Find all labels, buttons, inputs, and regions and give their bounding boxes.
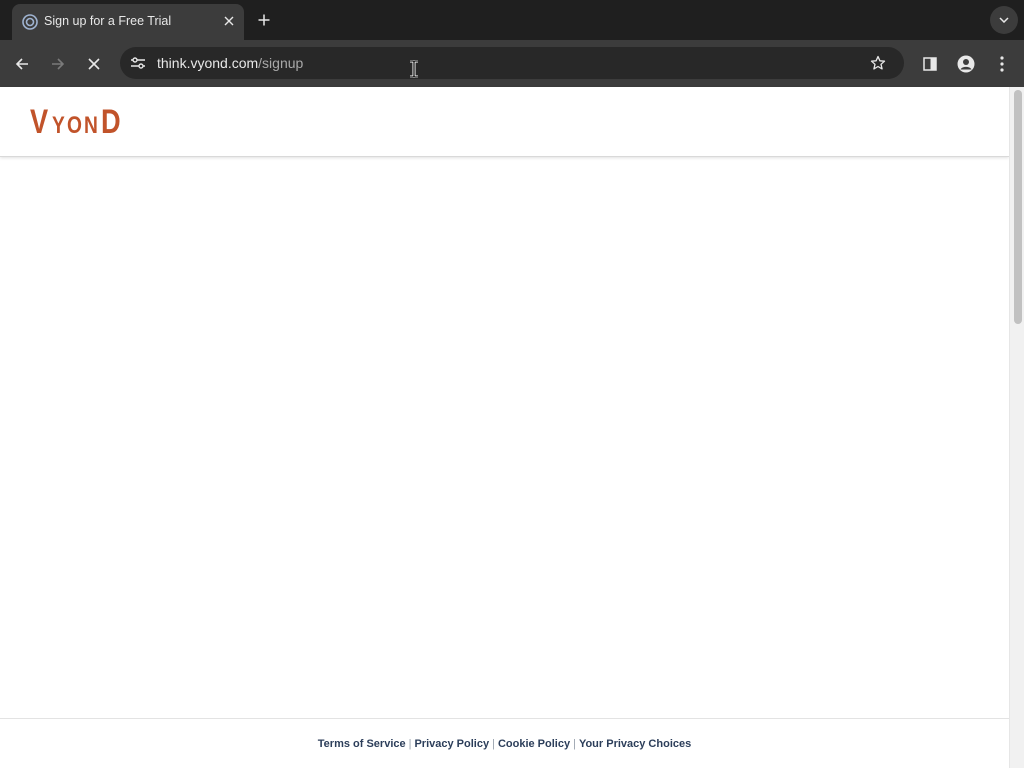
kebab-menu-icon: [1000, 56, 1004, 72]
close-icon: [224, 16, 234, 26]
new-tab-button[interactable]: [254, 10, 274, 30]
url-text[interactable]: think.vyond.com/signup: [157, 55, 303, 71]
site-info-button[interactable]: [128, 53, 148, 73]
close-tab-button[interactable]: [220, 12, 238, 30]
privacy-policy-link[interactable]: Privacy Policy: [414, 738, 489, 750]
terms-of-service-link[interactable]: Terms of Service: [318, 738, 406, 750]
footer-links: Terms of Service | Privacy Policy | Cookie P…: [0, 737, 1009, 751]
stop-loading-button[interactable]: [82, 52, 106, 76]
profile-button[interactable]: [954, 52, 978, 76]
side-panel-icon: [923, 57, 937, 71]
plus-icon: [258, 14, 270, 26]
tab-title: Sign up for a Free Trial: [44, 14, 172, 28]
footer-separator: |: [408, 738, 412, 750]
back-button[interactable]: [10, 52, 34, 76]
forward-button[interactable]: [46, 52, 70, 76]
side-panel-button[interactable]: [918, 52, 942, 76]
tune-icon: [131, 57, 145, 69]
address-bar[interactable]: think.vyond.com/signup: [120, 47, 904, 79]
cookie-policy-link[interactable]: Cookie Policy: [498, 738, 570, 750]
chevron-down-icon: [999, 17, 1009, 23]
logo-letter: V: [30, 103, 49, 141]
logo-letter: Y: [51, 112, 65, 139]
url-host: think.vyond.com: [157, 55, 259, 71]
browser-toolbar: think.vyond.com/signup: [0, 40, 1024, 87]
footer-separator: |: [573, 738, 576, 750]
url-path: /signup: [258, 55, 304, 71]
stop-loading-icon: [88, 58, 100, 70]
logo-letter: O: [66, 112, 82, 139]
star-icon: [870, 55, 886, 70]
privacy-choices-link[interactable]: Your Privacy Choices: [579, 738, 691, 750]
site-header: V Y O N D: [0, 87, 1009, 157]
site-footer: Terms of Service | Privacy Policy | Cookie P…: [0, 718, 1009, 768]
profile-icon: [957, 55, 975, 73]
back-arrow-icon: [15, 58, 28, 70]
vyond-favicon-icon: [22, 14, 38, 30]
forward-arrow-icon: [52, 58, 65, 70]
scrollbar-thumb[interactable]: [1014, 90, 1022, 324]
logo-letter: D: [100, 103, 121, 141]
footer-separator: |: [492, 738, 495, 750]
page-scrollbar[interactable]: [1009, 87, 1024, 768]
browser-menu-button[interactable]: [990, 52, 1014, 76]
vyond-logo[interactable]: V Y O N D: [30, 105, 125, 139]
text-cursor-icon: [410, 60, 418, 78]
active-tab[interactable]: Sign up for a Free Trial: [12, 4, 244, 40]
browser-tab-strip: Sign up for a Free Trial: [0, 0, 1024, 40]
tab-search-button[interactable]: [990, 6, 1018, 34]
web-page: V Y O N D Terms of Service | Privacy Polic…: [0, 87, 1009, 768]
logo-letter: N: [84, 112, 99, 139]
bookmark-button[interactable]: [868, 53, 888, 73]
